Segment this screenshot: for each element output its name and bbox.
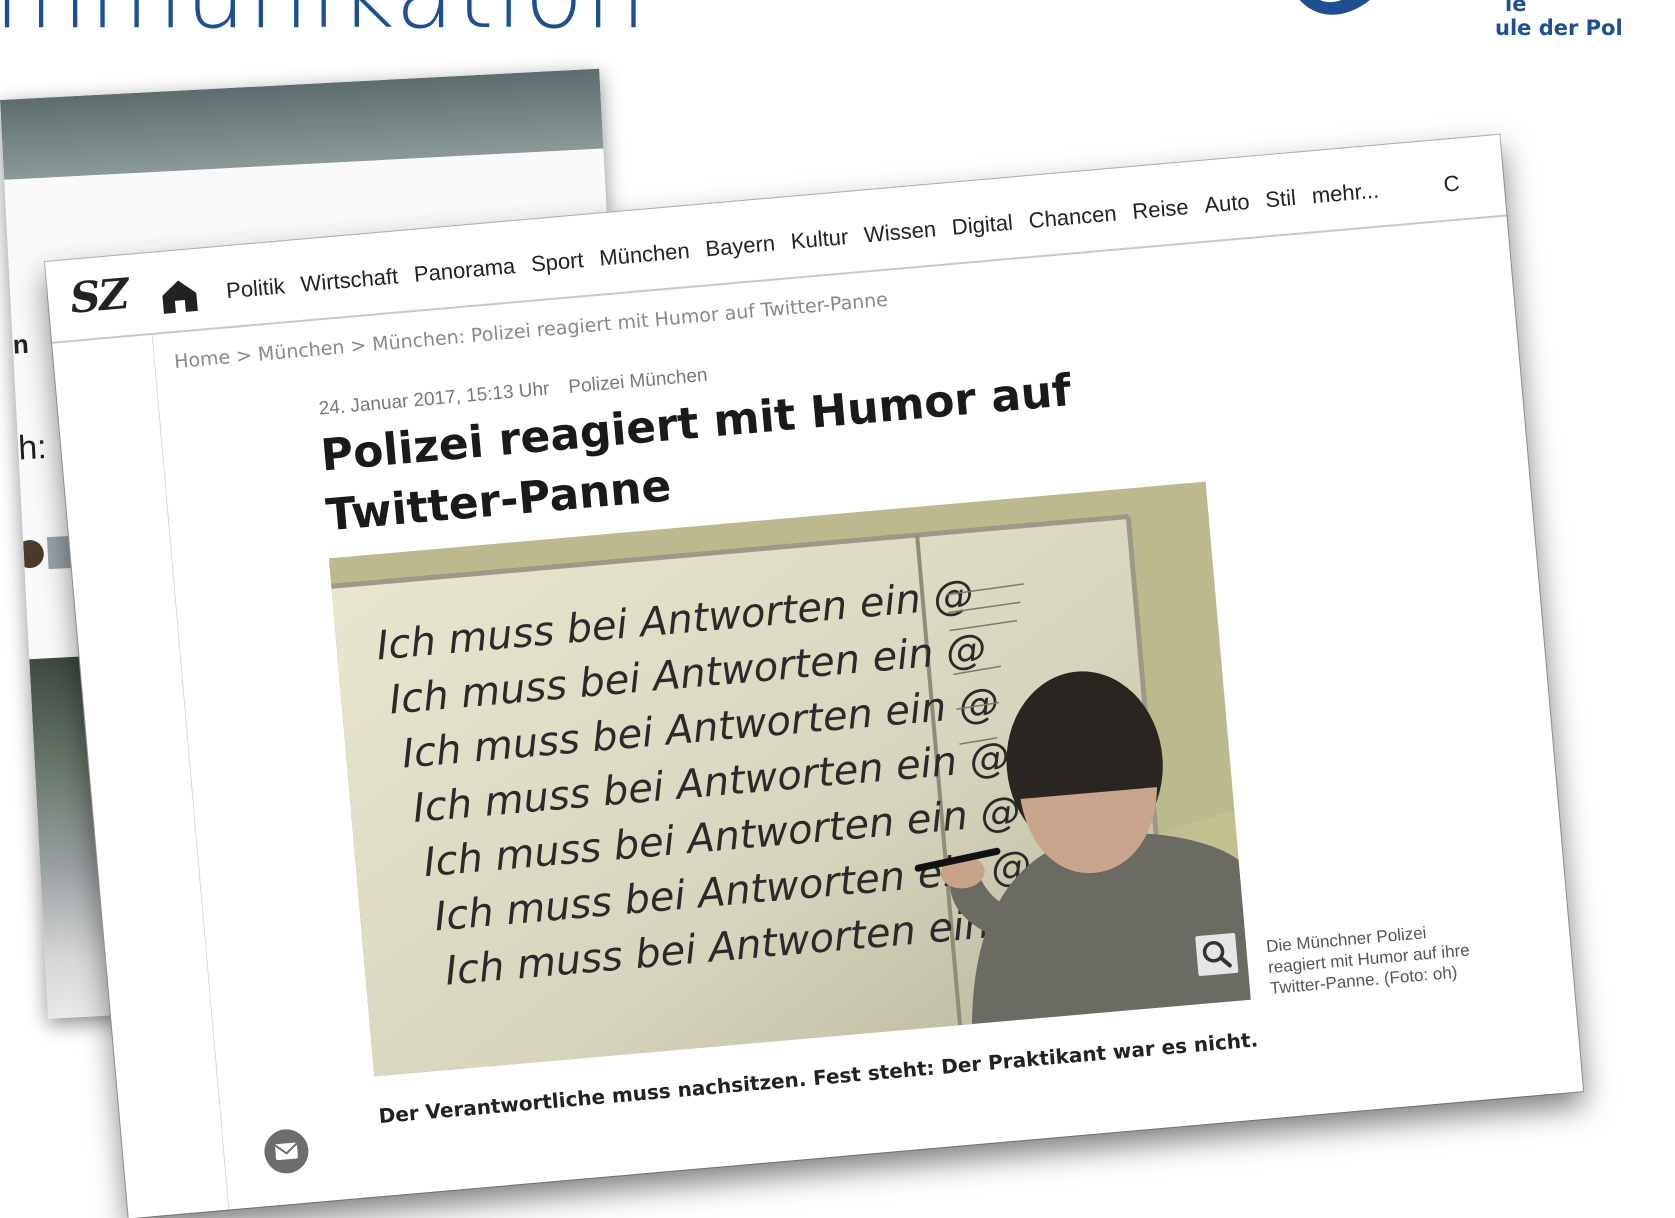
nav-item-sport[interactable]: Sport: [530, 247, 585, 277]
nav-item-stil[interactable]: Stil: [1264, 185, 1297, 214]
org-name-line-1: le: [1505, 0, 1527, 16]
nav-item-muenchen[interactable]: München: [598, 238, 690, 272]
background-text-fragment: n: [12, 328, 30, 360]
nav-item-panorama[interactable]: Panorama: [413, 253, 516, 288]
nav-item-auto[interactable]: Auto: [1203, 189, 1250, 219]
nav-item-politik[interactable]: Politik: [225, 273, 286, 304]
org-name-line-2: ule der Pol: [1495, 16, 1623, 40]
home-icon[interactable]: [159, 277, 200, 316]
whiteboard-photo: Ich muss bei Antworten ein @ Ich muss be…: [328, 481, 1251, 1077]
magnifier-icon: [1202, 941, 1232, 968]
content-divider: [151, 334, 230, 1212]
avatar-group: [22, 535, 71, 570]
nav-item-wirtschaft[interactable]: Wirtschaft: [300, 263, 400, 297]
whiteboard-writing: Ich muss bei Antworten ein @ Ich muss be…: [375, 571, 1044, 994]
org-name: le ule der Pol: [1495, 0, 1675, 40]
mail-icon[interactable]: [262, 1126, 312, 1176]
nav-item-kultur[interactable]: Kultur: [790, 224, 850, 255]
nav-trailing-item[interactable]: C: [1442, 170, 1460, 197]
background-text-fragment: h:: [17, 428, 48, 468]
slide-title: mmunikation: [0, 0, 648, 50]
zoom-button[interactable]: [1195, 932, 1239, 977]
nav-item-reise[interactable]: Reise: [1131, 194, 1189, 225]
article-author[interactable]: Polizei München: [568, 365, 709, 398]
sz-logo[interactable]: SZ: [68, 269, 129, 323]
nav-item-digital[interactable]: Digital: [951, 210, 1014, 241]
nav-item-mehr[interactable]: mehr...: [1311, 178, 1380, 210]
police-star-logo: [1299, 0, 1370, 15]
nav-item-bayern[interactable]: Bayern: [704, 230, 776, 262]
nav-item-chancen[interactable]: Chancen: [1028, 200, 1118, 234]
nav-item-wissen[interactable]: Wissen: [863, 216, 937, 248]
article-screenshot: SZ Politik Wirtschaft Panorama Sport Mün…: [45, 134, 1584, 1218]
photo-caption: Die Münchner Polizei reagiert mit Humor …: [1265, 923, 1471, 998]
article-photo[interactable]: Ich muss bei Antworten ein @ Ich muss be…: [328, 481, 1251, 1077]
